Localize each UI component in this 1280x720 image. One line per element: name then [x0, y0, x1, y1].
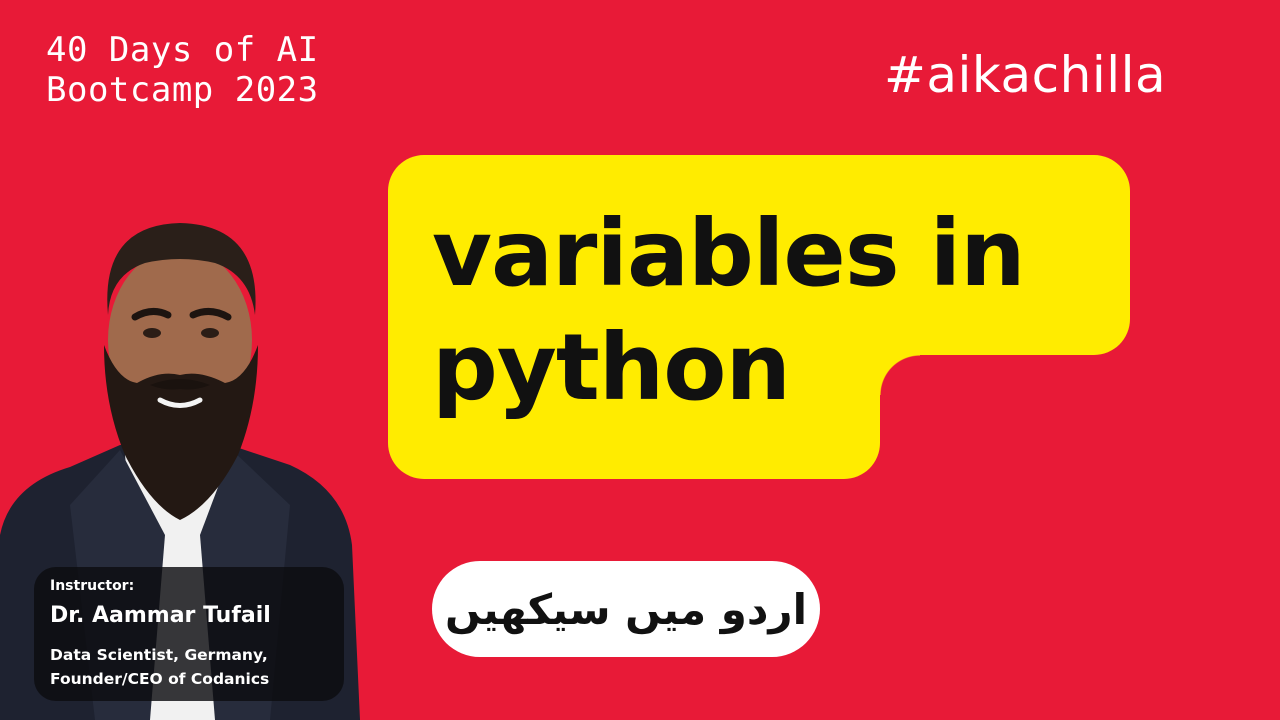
instructor-name: Dr. Aammar Tufail: [50, 603, 271, 628]
urdu-label: اردو میں سیکھیں: [445, 584, 807, 634]
hashtag: #aikachilla: [884, 46, 1167, 104]
bootcamp-line-1: 40 Days of AI: [46, 30, 319, 70]
main-title-line-1: variables in: [432, 200, 1026, 307]
title-box: variables in python: [388, 155, 1130, 479]
bootcamp-line-2: Bootcamp 2023: [46, 70, 319, 110]
instructor-role-line-2: Founder/CEO of Codanics: [50, 670, 270, 688]
instructor-role: Data Scientist, Germany, Founder/CEO of …: [50, 643, 269, 691]
main-title-line-2: python: [432, 314, 791, 421]
bootcamp-title: 40 Days of AI Bootcamp 2023: [46, 30, 319, 110]
instructor-role-line-1: Data Scientist, Germany,: [50, 646, 268, 664]
instructor-label: Instructor:: [50, 578, 135, 594]
main-title: variables in python: [432, 197, 1026, 425]
urdu-pill: اردو میں سیکھیں: [432, 561, 820, 657]
